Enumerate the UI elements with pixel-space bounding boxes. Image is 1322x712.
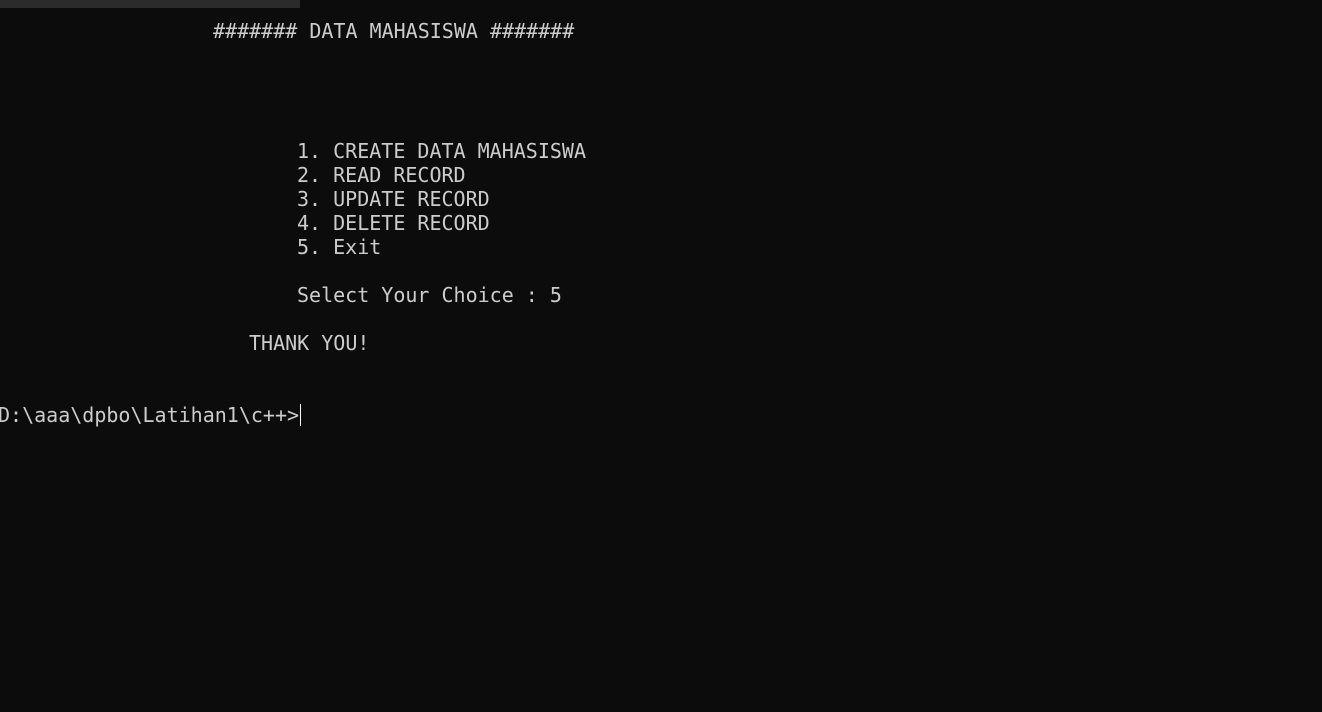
choice-line: Select Your Choice : 5 [297,283,562,307]
command-prompt-line[interactable]: D:\aaa\dpbo\Latihan1\c++> [0,403,302,427]
menu-item-update: 3. UPDATE RECORD [297,187,490,211]
terminal-tab[interactable] [0,0,300,8]
terminal-window[interactable]: ####### DATA MAHASISWA ####### 1. CREATE… [0,0,1322,712]
choice-value: 5 [549,283,562,307]
text-cursor[interactable] [300,404,302,426]
thank-you-message: THANK YOU! [249,331,370,355]
menu-item-read: 2. READ RECORD [297,163,466,187]
program-header: ####### DATA MAHASISWA ####### [213,19,575,43]
choice-prompt: Select Your Choice : [297,283,550,307]
menu-list: 1. CREATE DATA MAHASISWA 2. READ RECORD … [297,139,586,259]
cwd-prompt: D:\aaa\dpbo\Latihan1\c++> [0,403,300,427]
menu-item-exit: 5. Exit [297,235,382,259]
menu-item-create: 1. CREATE DATA MAHASISWA [297,139,586,163]
menu-item-delete: 4. DELETE RECORD [297,211,490,235]
